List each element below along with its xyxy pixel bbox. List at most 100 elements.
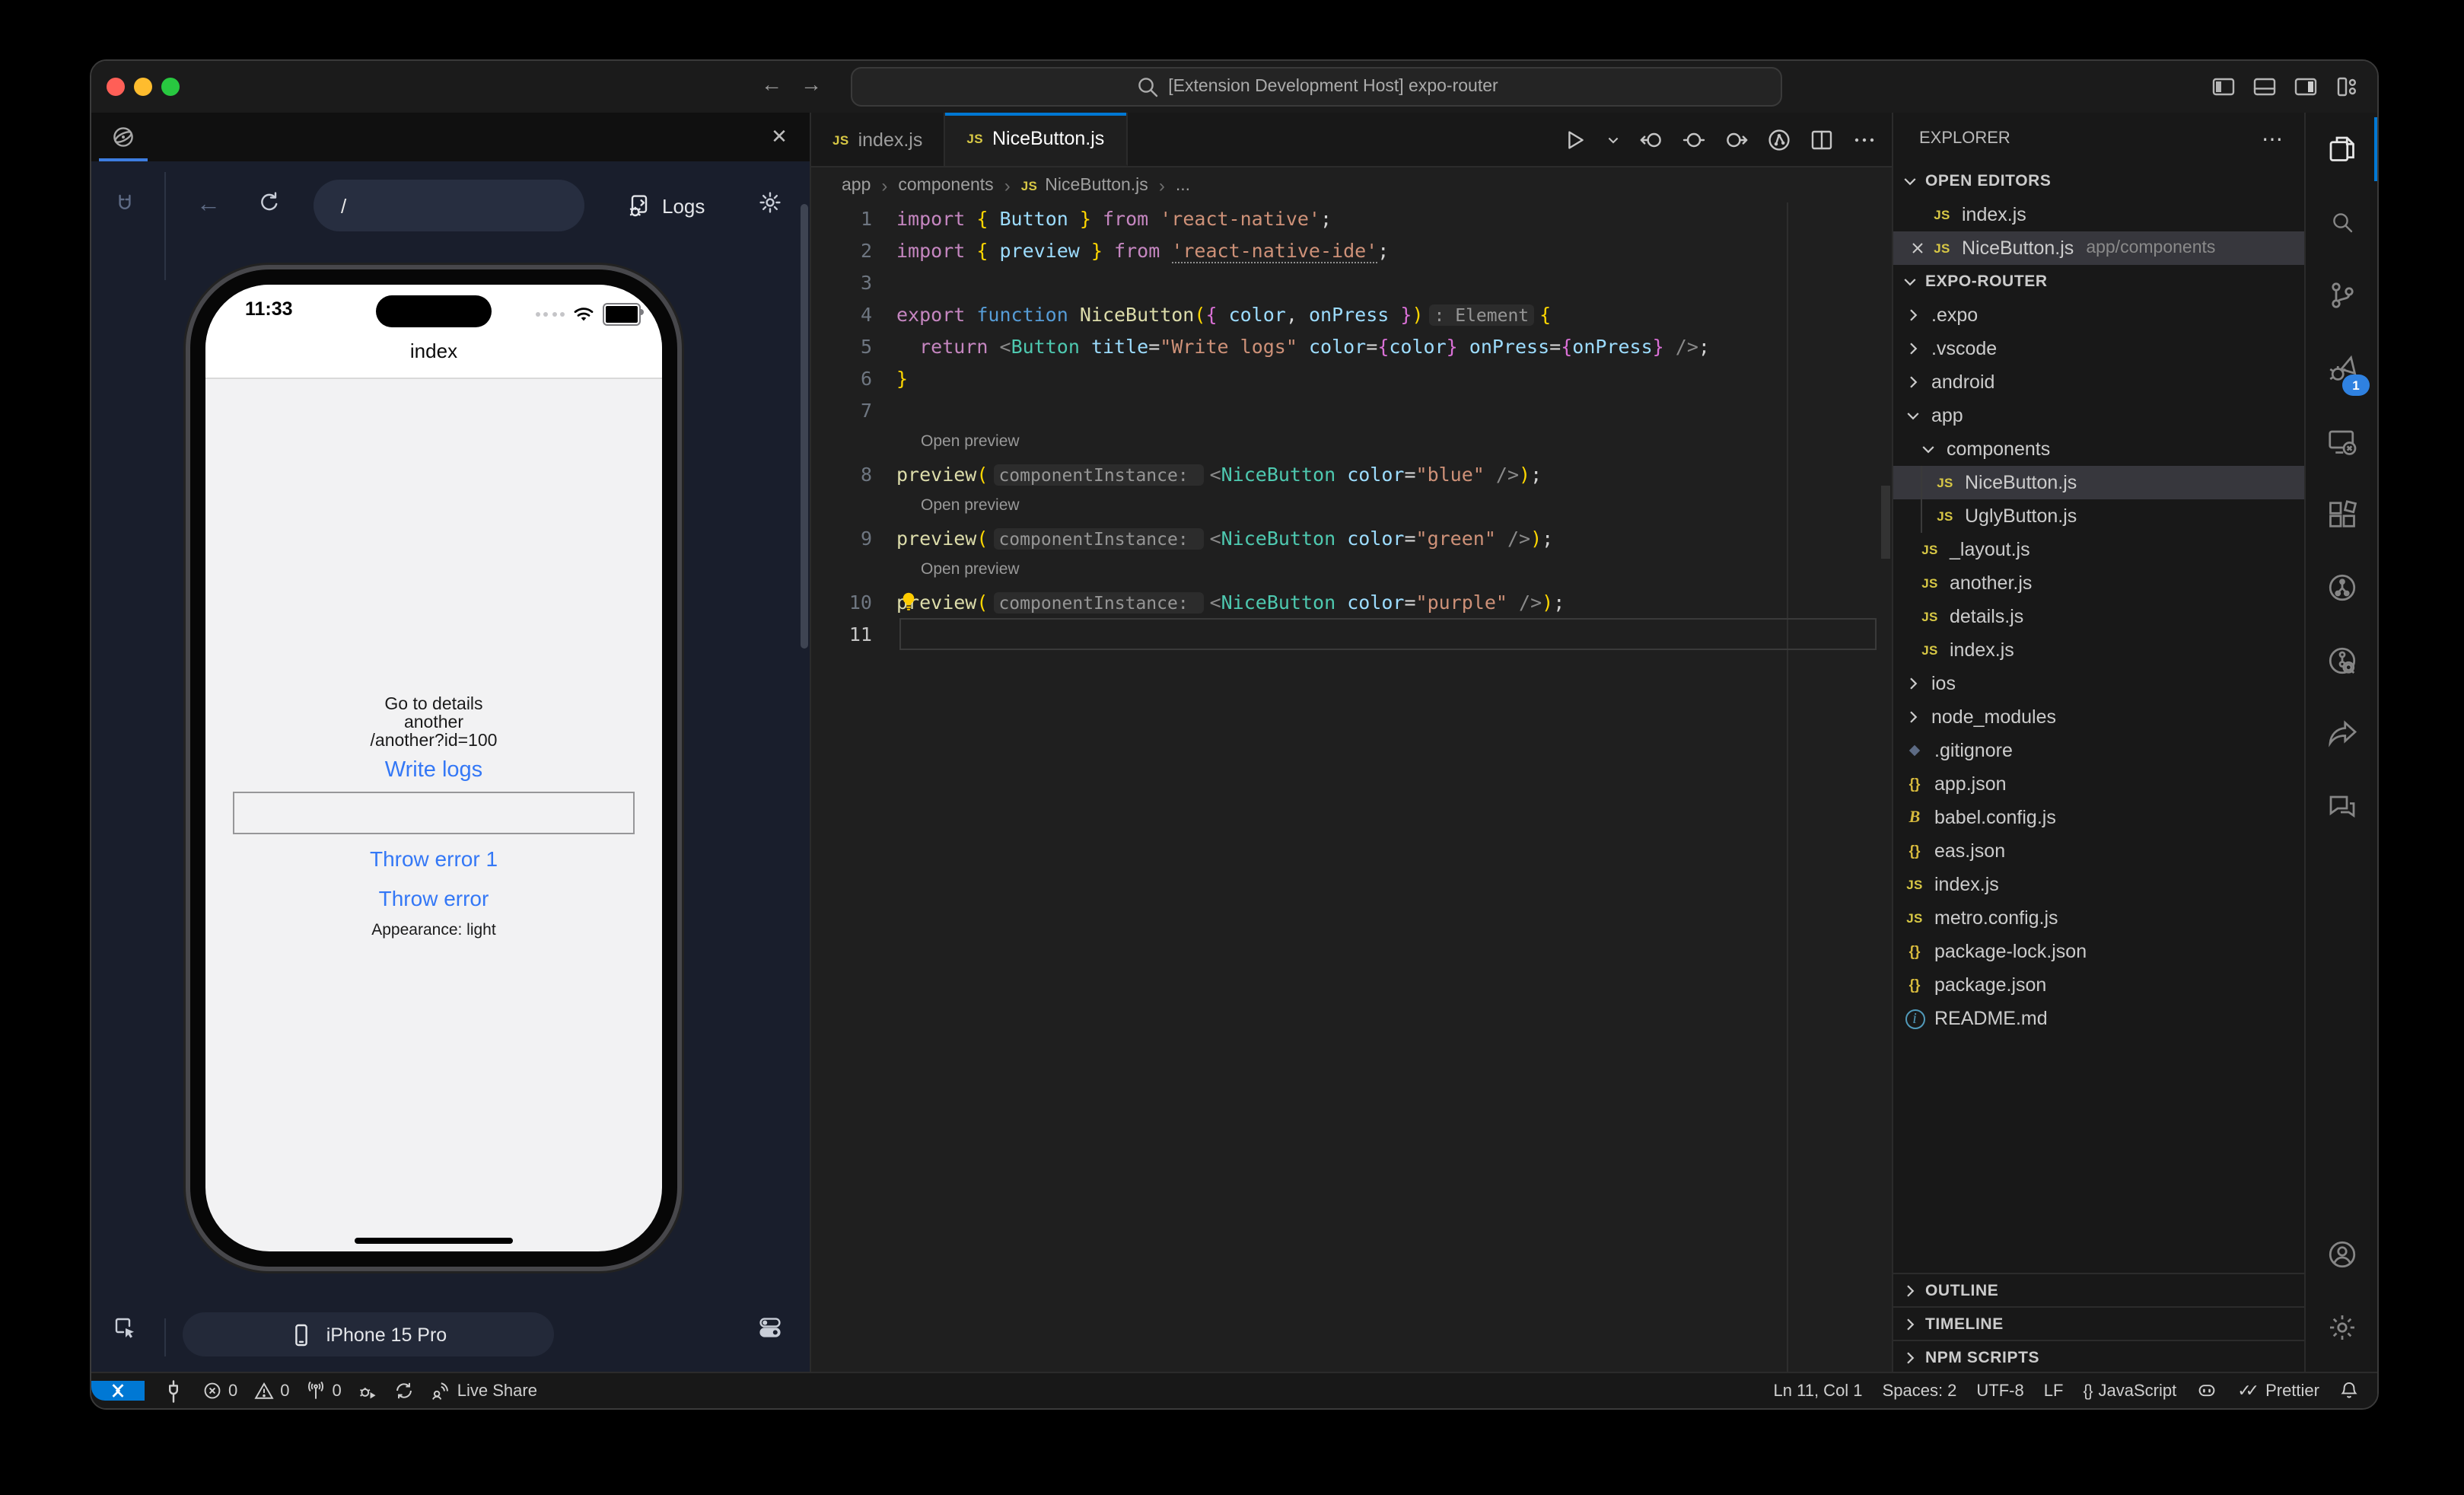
url-back-icon[interactable]: ← <box>196 192 221 219</box>
tab-radon-ide[interactable] <box>94 113 152 161</box>
nav-dot-circle-icon[interactable] <box>1682 127 1706 151</box>
open-editor-NiceButton.js[interactable]: JSNiceButton.jsapp/components <box>1893 231 2304 265</box>
breadcrumb-item-...[interactable]: ... <box>1176 176 1190 194</box>
split-editor-icon[interactable] <box>1810 127 1834 151</box>
breadcrumb[interactable]: app›components›JSNiceButton.js›... <box>811 167 1892 202</box>
tab-index.js[interactable]: JSindex.js <box>811 113 945 166</box>
minimize-window-button[interactable] <box>134 78 152 96</box>
phone-screen[interactable]: 11:33 index Go to details another <box>205 285 662 1251</box>
phone-text-input[interactable] <box>233 792 635 834</box>
nav-forward-circle-icon[interactable] <box>1724 127 1749 151</box>
explorer-more-icon[interactable]: ⋯ <box>2262 126 2283 151</box>
breadcrumb-item-components[interactable]: components <box>898 176 993 194</box>
code-line-3[interactable]: 3 <box>811 266 1892 298</box>
tree-item-eas.json[interactable]: {}eas.json <box>1893 834 2304 868</box>
reload-icon[interactable] <box>257 190 282 215</box>
editor-scrollbar[interactable] <box>1881 486 1890 559</box>
activity-remote-explorer-icon[interactable] <box>2306 405 2377 478</box>
tree-item-package.json[interactable]: {}package.json <box>1893 968 2304 1002</box>
layout-grid-icon[interactable] <box>2335 75 2359 99</box>
status-error[interactable]: 0 <box>202 1381 237 1401</box>
code-editor[interactable]: 1import { Button } from 'react-native';2… <box>811 202 1892 1373</box>
graph-circle-icon[interactable] <box>1767 127 1791 151</box>
code-line-10[interactable]: 10preview(componentInstance: <NiceButton… <box>811 586 1892 618</box>
status-sync[interactable] <box>395 1381 415 1401</box>
tree-item-metro.config.js[interactable]: JSmetro.config.js <box>1893 901 2304 935</box>
tree-item-package-lock.json[interactable]: {}package-lock.json <box>1893 935 2304 968</box>
code-line-2[interactable]: 2import { preview } from 'react-native-i… <box>811 234 1892 266</box>
ellipsis-icon[interactable] <box>1852 127 1877 151</box>
activity-source-control-icon[interactable] <box>2306 259 2377 332</box>
close-icon[interactable] <box>1905 239 1930 257</box>
tree-item-.expo[interactable]: .expo <box>1893 298 2304 332</box>
tree-item-.gitignore[interactable]: .gitignore <box>1893 734 2304 767</box>
another-link[interactable]: another <box>205 714 662 732</box>
code-line-8[interactable]: 8preview(componentInstance: <NiceButton … <box>811 458 1892 490</box>
follow-device-magnet-icon[interactable] <box>113 192 137 216</box>
device-settings-toggles-icon[interactable] <box>758 1315 782 1340</box>
layout-sidebar-right-icon[interactable] <box>2294 75 2318 99</box>
section-timeline[interactable]: TIMELINE <box>1893 1306 2304 1340</box>
tree-item-index.js[interactable]: JSindex.js <box>1893 633 2304 667</box>
tree-item-.vscode[interactable]: .vscode <box>1893 332 2304 365</box>
code-line-7[interactable]: 7 <box>811 394 1892 426</box>
status-ports[interactable] <box>161 1379 186 1403</box>
activity-search-icon[interactable] <box>2306 186 2377 259</box>
section-open-editors[interactable]: OPEN EDITORS <box>1893 164 2304 198</box>
write-logs-button[interactable]: Write logs <box>205 758 662 783</box>
codelens-open-preview[interactable]: Open preview <box>811 554 1892 586</box>
tree-item-babel.config.js[interactable]: Bbabel.config.js <box>1893 801 2304 834</box>
remote-indicator-button[interactable] <box>91 1381 145 1401</box>
codelens-open-preview[interactable]: Open preview <box>811 426 1892 458</box>
status-debug-status[interactable] <box>358 1381 378 1401</box>
logs-button[interactable]: Logs <box>627 180 705 231</box>
code-line-9[interactable]: 9preview(componentInstance: <NiceButton … <box>811 522 1892 554</box>
activity-extensions-icon[interactable] <box>2306 478 2377 551</box>
tree-item-app.json[interactable]: {}app.json <box>1893 767 2304 801</box>
breadcrumb-item-NiceButton.js[interactable]: JSNiceButton.js <box>1021 176 1148 194</box>
layout-sidebar-left-icon[interactable] <box>2211 75 2236 99</box>
another-id-link[interactable]: /another?id=100 <box>205 732 662 751</box>
tree-item-another.js[interactable]: JSanother.js <box>1893 566 2304 600</box>
activity-debug-icon[interactable]: 1 <box>2306 332 2377 405</box>
activity-share-icon[interactable] <box>2306 697 2377 770</box>
status-prettier[interactable]: ✓✓Prettier <box>2237 1381 2319 1401</box>
status-ln-11-col-1[interactable]: Ln 11, Col 1 <box>1774 1382 1863 1400</box>
code-line-11[interactable]: 11 <box>811 618 1892 650</box>
close-window-button[interactable] <box>107 78 125 96</box>
section-expo-router[interactable]: EXPO-ROUTER <box>1893 265 2304 298</box>
history-back-icon[interactable]: ← <box>761 72 782 96</box>
activity-settings-gear-icon[interactable] <box>2306 1291 2377 1364</box>
activity-gitlens-icon[interactable] <box>2306 624 2377 697</box>
zoom-window-button[interactable] <box>161 78 180 96</box>
tree-item-app[interactable]: app <box>1893 399 2304 432</box>
tree-item-UglyButton.js[interactable]: JSUglyButton.js <box>1893 499 2304 533</box>
activity-chat-icon[interactable] <box>2306 770 2377 843</box>
status-copilot[interactable] <box>2196 1381 2217 1401</box>
section-outline[interactable]: OUTLINE <box>1893 1273 2304 1306</box>
code-line-6[interactable]: 6} <box>811 362 1892 394</box>
layout-panel-icon[interactable] <box>2252 75 2277 99</box>
status-utf-8[interactable]: UTF-8 <box>1976 1382 2023 1400</box>
status-braces[interactable]: {}JavaScript <box>2083 1382 2176 1400</box>
tree-item-android[interactable]: android <box>1893 365 2304 399</box>
activity-test-circle-icon[interactable] <box>2306 551 2377 624</box>
tree-item-components[interactable]: components <box>1893 432 2304 466</box>
codelens-open-preview[interactable]: Open preview <box>811 490 1892 522</box>
status-warning[interactable]: 0 <box>254 1381 289 1401</box>
tree-item-ios[interactable]: ios <box>1893 667 2304 700</box>
tree-item-node_modules[interactable]: node_modules <box>1893 700 2304 734</box>
code-line-5[interactable]: 5 return <Button title="Write logs" colo… <box>811 330 1892 362</box>
device-select-button[interactable]: iPhone 15 Pro <box>183 1312 554 1356</box>
tree-item-index.js[interactable]: JSindex.js <box>1893 868 2304 901</box>
section-npm-scripts[interactable]: NPM SCRIPTS <box>1893 1340 2304 1373</box>
status-spaces-2[interactable]: Spaces: 2 <box>1883 1382 1957 1400</box>
settings-icon[interactable] <box>758 190 782 215</box>
code-line-4[interactable]: 4export function NiceButton({ color, onP… <box>811 298 1892 330</box>
lightbulb-icon[interactable] <box>898 591 919 612</box>
run-icon[interactable] <box>1563 127 1587 151</box>
tree-item-README.md[interactable]: iREADME.md <box>1893 1002 2304 1035</box>
activity-account-icon[interactable] <box>2306 1218 2377 1291</box>
tab-NiceButton.js[interactable]: JSNiceButton.js <box>945 113 1127 166</box>
status-liveshare[interactable]: Live Share <box>431 1381 537 1401</box>
